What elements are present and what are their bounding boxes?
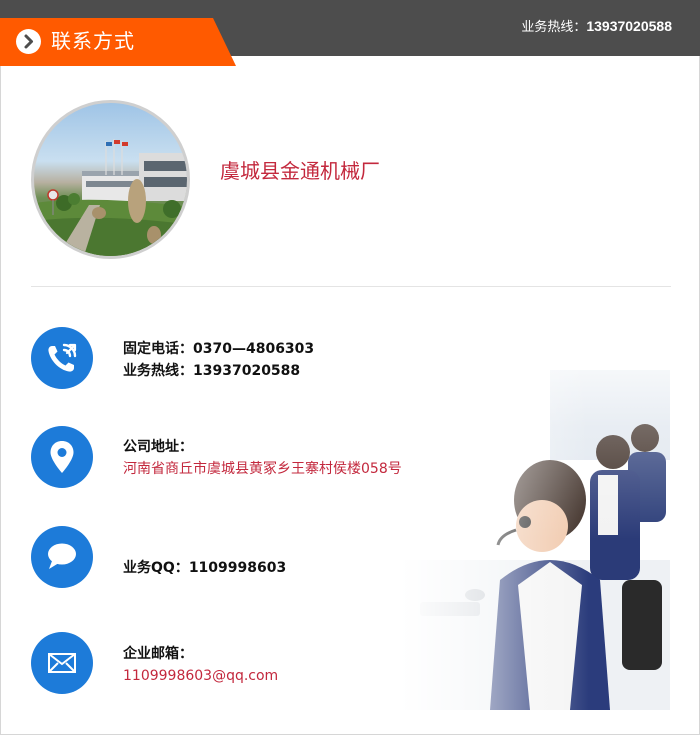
location-pin-icon	[31, 426, 93, 488]
image-fade-overlay	[400, 330, 670, 710]
fixed-phone-value: 0370—4806303	[193, 341, 315, 357]
qq-value[interactable]: 1109998603	[189, 560, 286, 576]
call-center-photo	[400, 330, 670, 710]
address-label: 公司地址：	[123, 439, 193, 455]
divider	[31, 286, 671, 287]
mobile-phone-value: 13937020588	[193, 363, 301, 379]
qq-info: 业务QQ：1109998603	[123, 557, 286, 579]
chevron-right-icon	[16, 29, 41, 54]
phone-info: 固定电话：0370—4806303 业务热线：13937020588	[123, 338, 314, 382]
qq-label: 业务QQ：	[123, 560, 189, 576]
phone-icon	[31, 327, 93, 389]
company-photo	[31, 100, 190, 259]
address-info: 公司地址： 河南省商丘市虞城县黄冢乡王寨村侯楼058号	[123, 436, 402, 480]
email-info: 企业邮箱： 1109998603@qq.com	[123, 643, 278, 687]
hotline-number: 13937020588	[586, 18, 672, 34]
fixed-phone-label: 固定电话：	[123, 341, 193, 357]
email-link[interactable]: 1109998603@qq.com	[123, 668, 278, 684]
section-title: 联系方式	[51, 29, 135, 53]
address-value: 河南省商丘市虞城县黄冢乡王寨村侯楼058号	[123, 461, 402, 477]
email-label: 企业邮箱：	[123, 646, 193, 662]
mobile-phone-label: 业务热线：	[123, 363, 193, 379]
envelope-icon	[31, 632, 93, 694]
company-name: 虞城县金通机械厂	[220, 159, 380, 183]
chat-bubble-icon	[31, 526, 93, 588]
hotline-label: 业务热线：	[521, 20, 587, 35]
header-hotline: 业务热线：13937020588	[521, 16, 672, 38]
